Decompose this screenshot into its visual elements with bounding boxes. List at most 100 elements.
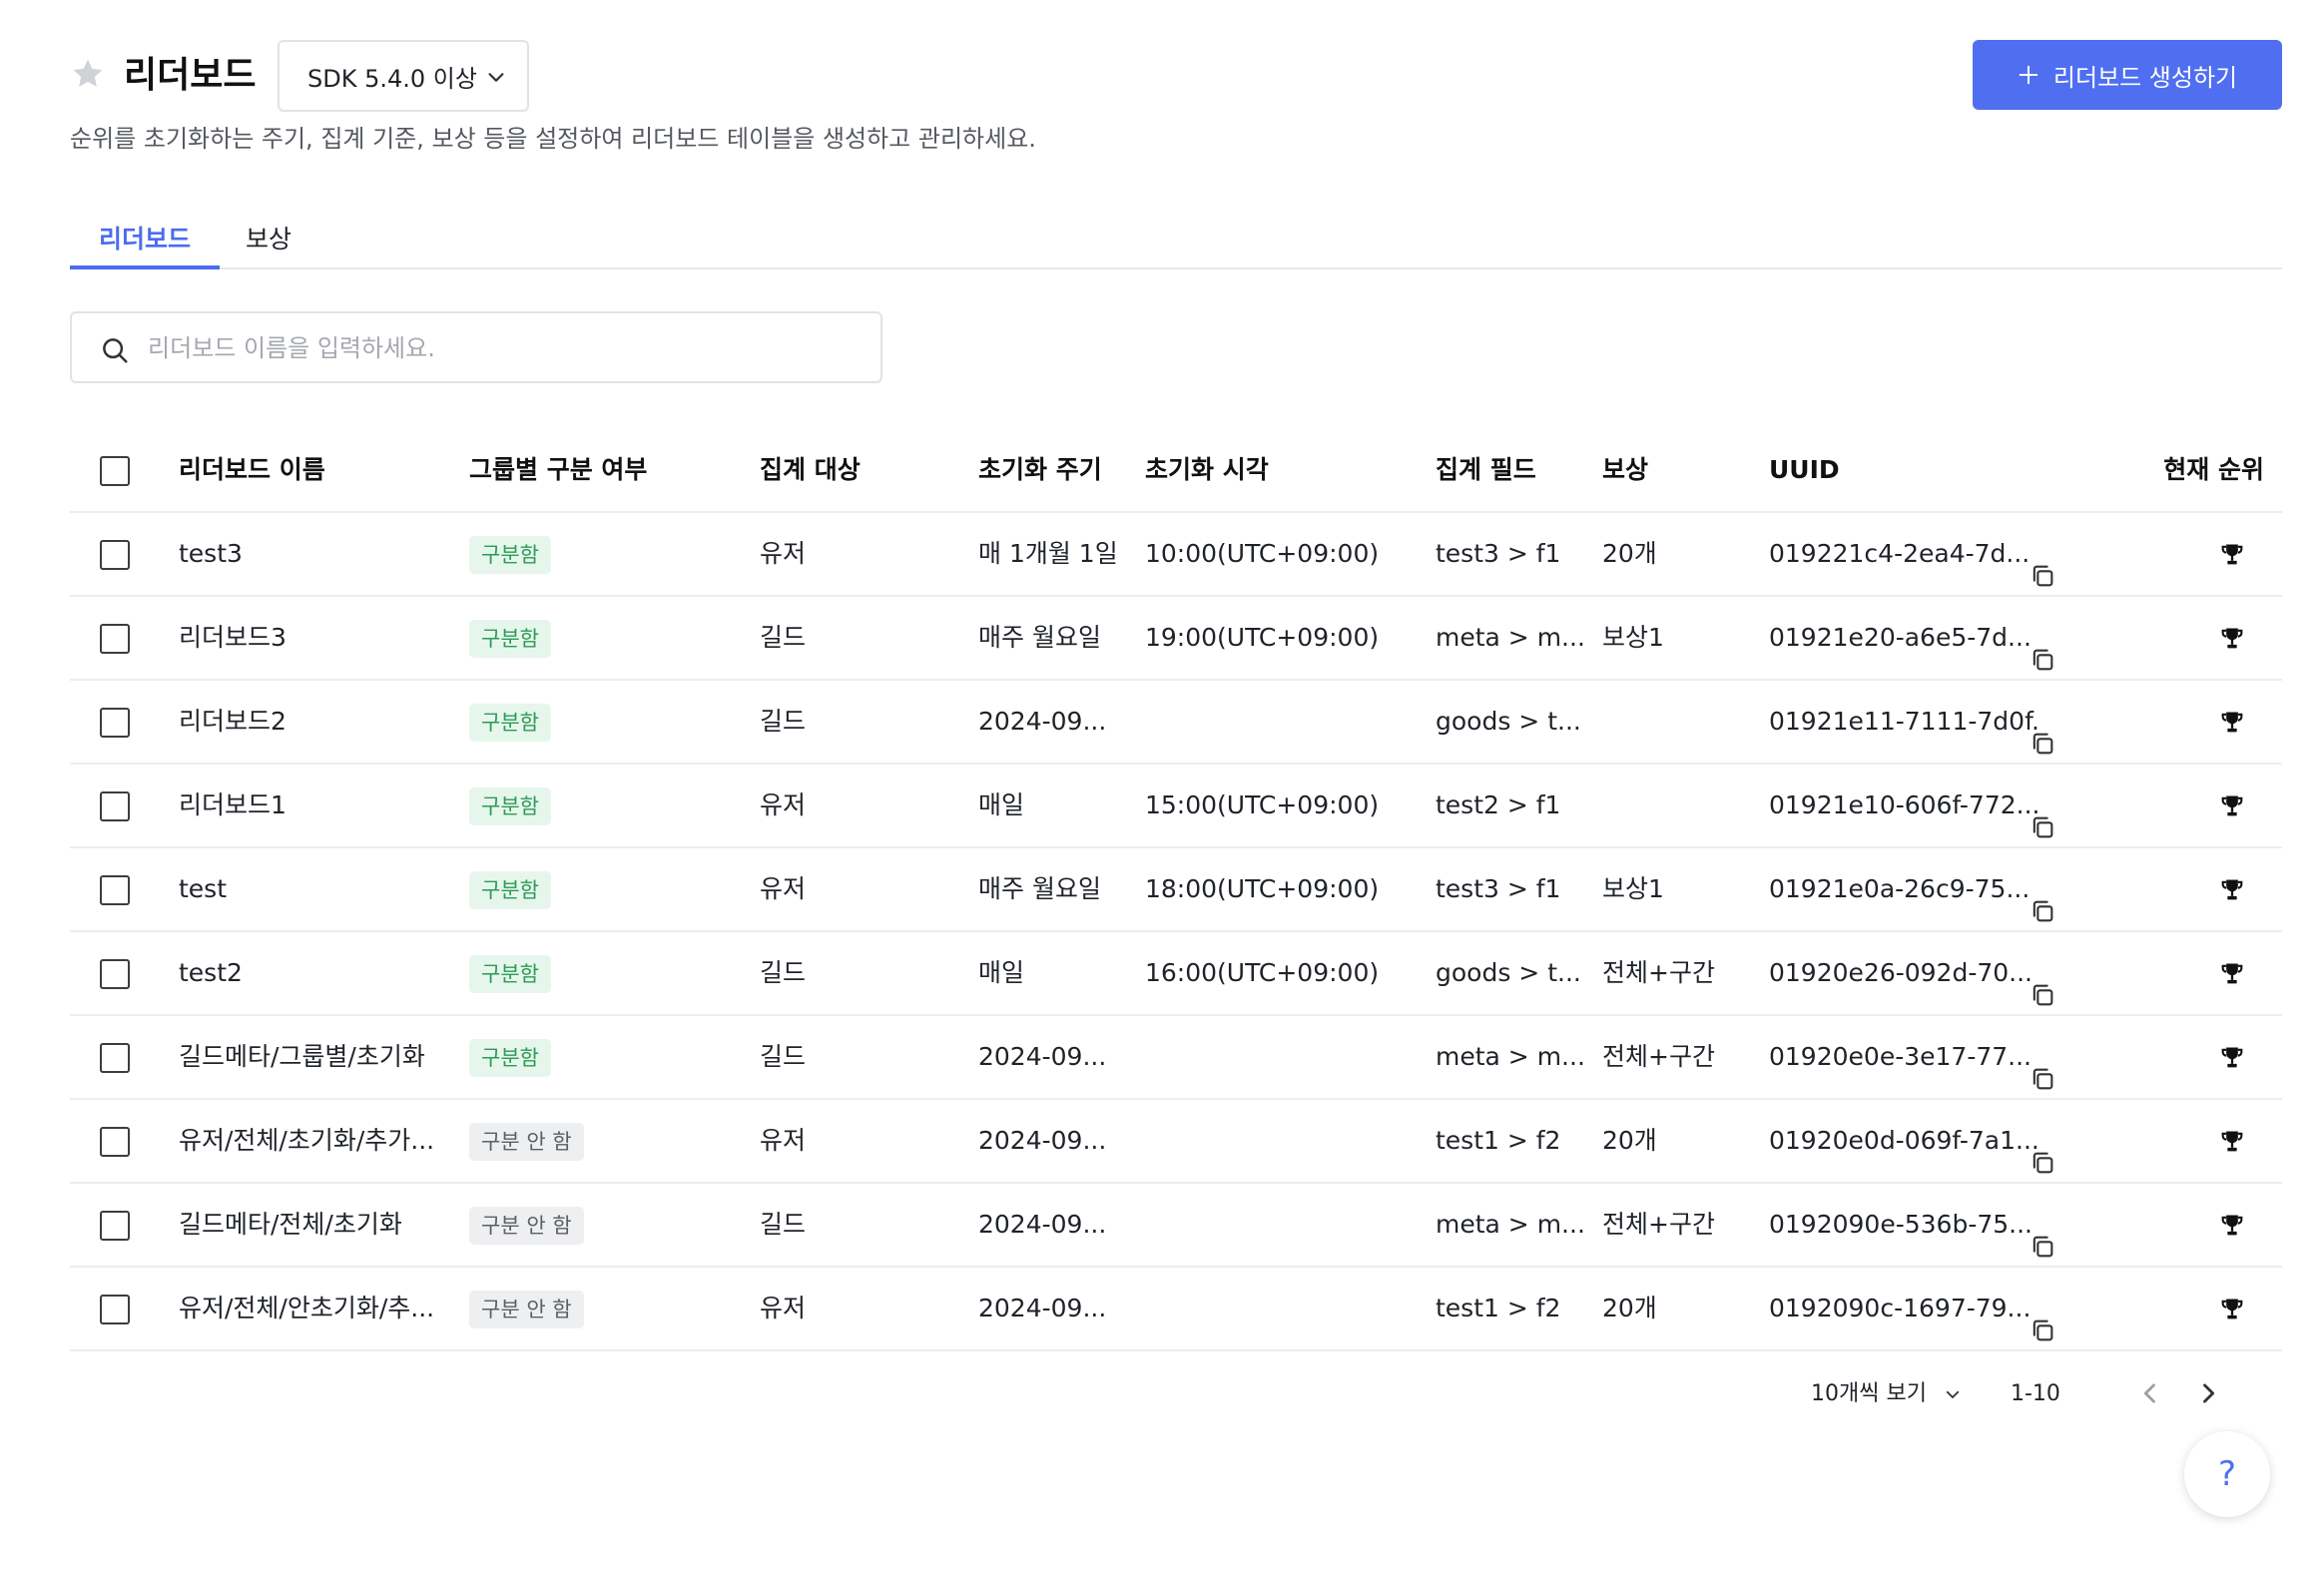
trophy-icon[interactable] <box>2218 1128 2246 1156</box>
pagination: 10개씩 보기 1-10 <box>1797 1369 2282 1419</box>
leaderboard-name[interactable]: test2 <box>179 932 448 1014</box>
copy-icon[interactable] <box>2029 1212 2056 1258</box>
chevron-right-icon[interactable] <box>2194 1379 2222 1407</box>
reward-cell: 20개 <box>1602 539 1657 568</box>
tab-leaderboard[interactable]: 리더보드 <box>70 218 220 269</box>
copy-icon[interactable] <box>2029 1044 2056 1090</box>
row-checkbox[interactable] <box>100 1043 130 1073</box>
copy-icon[interactable] <box>2029 960 2056 1006</box>
table-row[interactable]: test2 구분함 길드 매일 16:00(UTC+09:00) goods > t...… <box>70 932 2282 1016</box>
period-cell: 매주 월요일 <box>978 623 1101 652</box>
copy-icon[interactable] <box>2029 541 2056 587</box>
group-cell: 구분함 <box>469 513 699 595</box>
row-checkbox[interactable] <box>100 791 130 821</box>
target-cell: 길드 <box>760 1210 807 1239</box>
trophy-icon[interactable] <box>2218 1296 2246 1323</box>
table-row[interactable]: test 구분함 유저 매주 월요일 18:00(UTC+09:00) test3 > f… <box>70 848 2282 932</box>
field-cell: meta > m... <box>1436 1210 1585 1239</box>
copy-cell <box>2029 1184 2068 1266</box>
search-icon <box>103 338 128 363</box>
copy-icon[interactable] <box>2029 1296 2056 1341</box>
row-checkbox[interactable] <box>100 1127 130 1157</box>
table-row[interactable]: 길드메타/전체/초기화 구분 안 함 길드 2024-09... meta > m...… <box>70 1184 2282 1268</box>
uuid-cell: 01921e11-7111-7d0f... <box>1769 707 2038 736</box>
uuid-cell: 01921e0a-26c9-75... <box>1769 874 2031 903</box>
copy-icon[interactable] <box>2029 876 2056 922</box>
header-field: 집계 필드 <box>1436 455 1536 484</box>
help-button[interactable]: ? <box>2184 1431 2270 1517</box>
row-checkbox[interactable] <box>100 540 130 570</box>
copy-icon[interactable] <box>2029 792 2056 838</box>
sdk-version-value: SDK 5.4.0 이상 <box>307 64 477 93</box>
trophy-icon[interactable] <box>2218 960 2246 988</box>
table-row[interactable]: 길드메타/그룹별/초기화 구분함 길드 2024-09... meta > m... 전체… <box>70 1016 2282 1100</box>
create-leaderboard-button[interactable]: 리더보드 생성하기 <box>1973 40 2282 110</box>
header-time: 초기화 시각 <box>1145 455 1269 484</box>
sdk-version-select[interactable]: SDK 5.4.0 이상 <box>278 40 529 112</box>
table-header-row: 리더보드 이름 그룹별 구분 여부 집계 대상 초기화 주기 초기화 시각 집계… <box>70 429 2282 513</box>
group-badge: 구분함 <box>469 704 551 742</box>
page-header: 리더보드 SDK 5.4.0 이상 리더보드 생성하기 <box>70 40 2282 112</box>
group-badge: 구분함 <box>469 536 551 574</box>
search-input[interactable] <box>148 323 847 373</box>
copy-icon[interactable] <box>2029 709 2056 755</box>
leaderboard-name[interactable]: 리더보드1 <box>179 765 448 846</box>
tab-reward[interactable]: 보상 <box>246 218 325 269</box>
leaderboard-name[interactable]: 리더보드2 <box>179 681 448 763</box>
leaderboard-name[interactable]: test3 <box>179 513 448 595</box>
table-row[interactable]: 유저/전체/안초기화/추... 구분 안 함 유저 2024-09... test1 >… <box>70 1268 2282 1351</box>
table-row[interactable]: 리더보드2 구분함 길드 2024-09... goods > t... 01921e11… <box>70 681 2282 765</box>
field-cell: test3 > f1 <box>1436 874 1561 903</box>
time-cell <box>1145 1268 1415 1349</box>
trophy-icon[interactable] <box>2218 1212 2246 1240</box>
leaderboard-name[interactable]: 리더보드3 <box>179 597 448 679</box>
leaderboard-name[interactable]: 유저/전체/초기화/추가... <box>179 1100 448 1182</box>
group-cell: 구분함 <box>469 681 699 763</box>
row-checkbox[interactable] <box>100 624 130 654</box>
copy-icon[interactable] <box>2029 1128 2056 1174</box>
table-row[interactable]: 유저/전체/초기화/추가... 구분 안 함 유저 2024-09... test1 >… <box>70 1100 2282 1184</box>
leaderboard-name[interactable]: test <box>179 848 448 930</box>
table-row[interactable]: test3 구분함 유저 매 1개월 1일 10:00(UTC+09:00) test3 … <box>70 513 2282 597</box>
period-cell: 매 1개월 1일 <box>978 539 1118 568</box>
target-cell: 유저 <box>760 1294 807 1322</box>
time-cell: 16:00(UTC+09:00) <box>1145 958 1380 987</box>
row-checkbox[interactable] <box>100 875 130 905</box>
star-icon[interactable] <box>70 56 106 92</box>
help-label: ? <box>2217 1454 2237 1494</box>
page-title: 리더보드 <box>124 55 257 96</box>
table-row[interactable]: 리더보드1 구분함 유저 매일 15:00(UTC+09:00) test2 > f1 01… <box>70 765 2282 848</box>
group-badge: 구분함 <box>469 955 551 993</box>
field-cell: test2 > f1 <box>1436 790 1561 819</box>
time-cell: 10:00(UTC+09:00) <box>1145 539 1380 568</box>
leaderboard-name[interactable]: 길드메타/그룹별/초기화 <box>179 1016 448 1098</box>
row-checkbox[interactable] <box>100 959 130 989</box>
per-page-select[interactable]: 10개씩 보기 <box>1811 1377 1962 1411</box>
group-cell: 구분함 <box>469 848 699 930</box>
chevron-left-icon[interactable] <box>2136 1379 2164 1407</box>
trophy-icon[interactable] <box>2218 876 2246 904</box>
reward-cell: 전체+구간 <box>1602 958 1715 987</box>
header-target: 집계 대상 <box>760 455 861 484</box>
time-cell: 19:00(UTC+09:00) <box>1145 623 1380 652</box>
table-row[interactable]: 리더보드3 구분함 길드 매주 월요일 19:00(UTC+09:00) meta > m… <box>70 597 2282 681</box>
target-cell: 길드 <box>760 707 807 736</box>
row-checkbox[interactable] <box>100 1211 130 1241</box>
row-checkbox[interactable] <box>100 708 130 738</box>
leaderboard-name[interactable]: 길드메타/전체/초기화 <box>179 1184 448 1266</box>
group-cell: 구분함 <box>469 932 699 1014</box>
group-cell: 구분 안 함 <box>469 1100 699 1182</box>
row-checkbox[interactable] <box>100 1295 130 1324</box>
reward-cell: 전체+구간 <box>1602 1042 1715 1071</box>
leaderboard-name[interactable]: 유저/전체/안초기화/추... <box>179 1268 448 1349</box>
trophy-icon[interactable] <box>2218 625 2246 653</box>
trophy-icon[interactable] <box>2218 1044 2246 1072</box>
uuid-cell: 01921e10-606f-772... <box>1769 790 2038 819</box>
trophy-icon[interactable] <box>2218 541 2246 569</box>
select-all-checkbox[interactable] <box>100 456 130 486</box>
group-badge: 구분 안 함 <box>469 1291 584 1328</box>
trophy-icon[interactable] <box>2218 709 2246 737</box>
field-cell: meta > m... <box>1436 623 1585 652</box>
trophy-icon[interactable] <box>2218 792 2246 820</box>
copy-icon[interactable] <box>2029 625 2056 671</box>
